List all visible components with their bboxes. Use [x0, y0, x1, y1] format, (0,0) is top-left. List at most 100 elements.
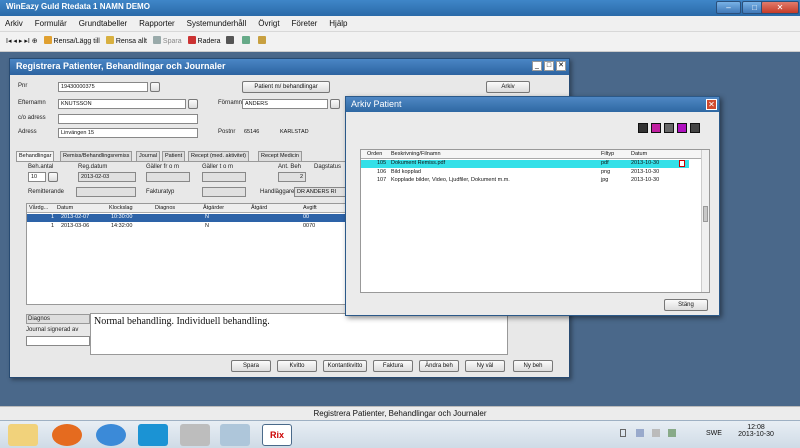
menu-formular[interactable]: Formulär — [30, 16, 72, 31]
menu-rapporter[interactable]: Rapporter — [134, 16, 180, 31]
postnr-field[interactable]: 65146 — [242, 128, 272, 138]
search-icon — [242, 36, 251, 44]
save-button[interactable]: Spara — [152, 36, 182, 48]
menu-hjalp[interactable]: Hjälp — [324, 16, 352, 31]
grid-header-klockslag[interactable]: Klockslag — [109, 205, 133, 211]
tab-recept-medicin[interactable]: Recept Medicin — [258, 151, 302, 161]
firefox-icon[interactable] — [52, 424, 82, 446]
coadress-field[interactable] — [58, 114, 198, 124]
grid-header-vardg[interactable]: Vårdg... — [29, 205, 48, 211]
tray-volume-icon[interactable] — [652, 429, 660, 437]
fornamn-field[interactable]: ANDERS — [242, 99, 328, 109]
edit-icon[interactable] — [664, 123, 674, 133]
kvitto-button[interactable]: Kvitto — [277, 360, 317, 372]
spara-button[interactable]: Spara — [231, 360, 271, 372]
tab-journal[interactable]: Journal — [136, 151, 161, 161]
menu-ovrigt[interactable]: Övrigt — [253, 16, 284, 31]
handlaggare-field[interactable]: DR ANDERS RI — [294, 187, 346, 197]
menu-arkiv[interactable]: Arkiv — [0, 16, 28, 31]
remitterande-field[interactable] — [76, 187, 136, 197]
archive-scroll-thumb[interactable] — [703, 206, 708, 222]
tab-behandlingar[interactable]: Behandlingar — [16, 151, 55, 161]
archive-header-beskrivning[interactable]: Beskrivning/Filnamn — [391, 151, 441, 157]
galler-from-field[interactable] — [146, 172, 190, 182]
delete-button[interactable]: Radera — [187, 36, 221, 48]
tray-network-icon[interactable] — [636, 429, 644, 437]
archive-scrollbar[interactable] — [701, 150, 709, 292]
grid-header-avgift[interactable]: Avgift — [303, 205, 317, 211]
ort-field[interactable]: KARLSTAD — [278, 128, 338, 138]
clear-add-button[interactable]: Rensa/Lägg till — [43, 36, 100, 48]
grid-header-diagnos[interactable]: Diagnos — [155, 205, 175, 211]
andra-beh-button[interactable]: Ändra beh — [419, 360, 459, 372]
list-item[interactable]: 105 Dokument Remiss.pdf pdf 2013-10-30 — [361, 160, 689, 168]
beh-antal-field[interactable]: 10 — [28, 172, 46, 182]
tools-button[interactable] — [258, 36, 268, 48]
faktura-button[interactable]: Faktura — [373, 360, 413, 372]
record-navigation[interactable]: I◂ ◂ ▸ ▸I ⊕ — [6, 36, 38, 48]
archive-header-datum[interactable]: Datum — [631, 151, 647, 157]
stang-button[interactable]: Stäng — [664, 299, 708, 311]
new-document-icon[interactable] — [638, 123, 648, 133]
tray-battery-icon[interactable] — [668, 429, 676, 437]
grid-header: Vårdg... Datum Klockslag Diagnos Åtgärde… — [27, 204, 345, 213]
archive-close-icon[interactable]: ✕ — [706, 99, 717, 110]
tab-remiss[interactable]: Remiss/Behandlingsremiss — [60, 151, 133, 161]
close-button[interactable]: ✕ — [761, 1, 799, 14]
delete-document-icon[interactable] — [690, 123, 700, 133]
galler-tom-field[interactable] — [202, 172, 246, 182]
pnr-field[interactable]: 19430000375 — [58, 82, 148, 92]
beh-antal-lookup-button[interactable] — [48, 172, 58, 182]
app-icon[interactable] — [180, 424, 210, 446]
open-document-icon[interactable] — [651, 123, 661, 133]
dialog-maximize-icon[interactable]: □ — [544, 61, 554, 71]
efternamn-field[interactable]: KNUTSSON — [58, 99, 186, 109]
grid-header-atgard[interactable]: Åtgärd — [251, 205, 267, 211]
ant-beh-field[interactable]: 2 — [278, 172, 306, 182]
grid-header-atgarder[interactable]: Åtgärder — [203, 205, 224, 211]
tray-flag-icon[interactable] — [620, 429, 626, 437]
fakturatyp-field[interactable] — [202, 187, 246, 197]
table-row[interactable]: 1 2013-03-06 14:32:00 N 0070 — [27, 223, 345, 231]
ie-icon[interactable] — [96, 424, 126, 446]
reg-datum-field[interactable]: 2013-02-03 — [78, 172, 136, 182]
kontantkvitto-button[interactable]: Kontantkvitto — [323, 360, 367, 372]
tray-clock[interactable]: 12:08 2013-10-30 — [736, 424, 776, 438]
adress-field[interactable]: Linvängen 15 — [58, 128, 198, 138]
archive-cell-beskrivning: Kopplade bilder, Video, Ljudfiler, Dokum… — [391, 177, 510, 183]
dialog-minimize-icon[interactable]: _ — [532, 61, 542, 71]
list-item[interactable]: 107 Kopplade bilder, Video, Ljudfiler, D… — [361, 177, 689, 185]
link-icon[interactable] — [677, 123, 687, 133]
explorer-icon[interactable] — [8, 424, 38, 446]
tab-recept-aktivitet[interactable]: Recept (med. aktivitet) — [188, 151, 250, 161]
menu-grundtabeller[interactable]: Grundtabeller — [74, 16, 132, 31]
menu-systemunderhall[interactable]: Systemunderhåll — [182, 16, 252, 31]
table-row[interactable]: 1 2013-02-07 10:30:00 N 00 — [27, 214, 345, 222]
rix-icon[interactable]: Rix — [262, 424, 292, 446]
print-button[interactable] — [226, 36, 236, 48]
fornamn-lookup-button[interactable] — [330, 99, 340, 109]
archive-header-filtyp[interactable]: Filtyp — [601, 151, 614, 157]
pnr-lookup-button[interactable] — [150, 82, 160, 92]
pdf-icon[interactable] — [679, 160, 685, 167]
journal-signed-label: Journal signerad av — [26, 327, 79, 333]
menu-foretag[interactable]: Företer — [287, 16, 323, 31]
grid-header-datum[interactable]: Datum — [57, 205, 73, 211]
tab-patient[interactable]: Patient — [162, 151, 186, 161]
list-item[interactable]: 106 Bild kopplad png 2013-10-30 — [361, 169, 689, 177]
efternamn-lookup-button[interactable] — [188, 99, 198, 109]
search-button[interactable] — [242, 36, 252, 48]
journal-signed-field[interactable] — [26, 336, 90, 346]
journal-text-area[interactable]: Normal behandling. Individuell behandlin… — [90, 313, 508, 355]
ny-beh-button[interactable]: Ny beh — [513, 360, 553, 372]
archive-header-orden[interactable]: Orden — [367, 151, 382, 157]
patient-behandling-button[interactable]: Patient m/ behandlingar — [242, 81, 330, 93]
clear-all-button[interactable]: Rensa allt — [105, 36, 147, 48]
window-icon[interactable] — [220, 424, 250, 446]
arkiv-button[interactable]: Arkiv — [486, 81, 530, 93]
ny-val-button[interactable]: Ny väl — [465, 360, 505, 372]
minimize-button[interactable]: – — [716, 1, 741, 14]
teamviewer-icon[interactable] — [138, 424, 168, 446]
dialog-close-icon[interactable]: ✕ — [556, 61, 566, 71]
tray-language[interactable]: SWE — [706, 430, 722, 437]
